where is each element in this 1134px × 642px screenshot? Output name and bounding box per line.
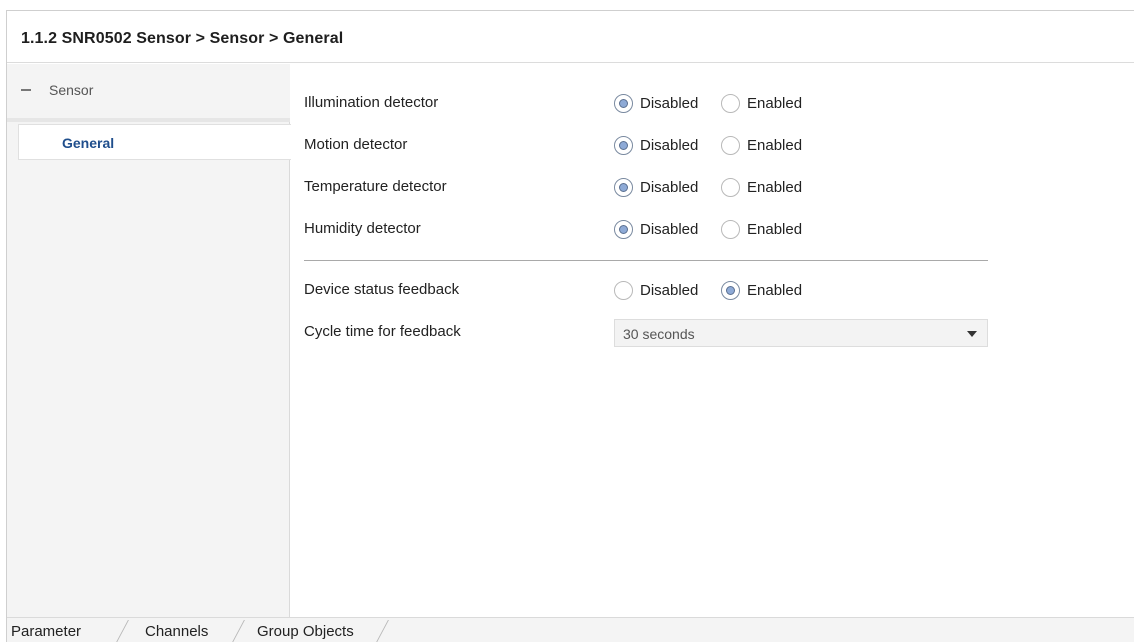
param-row-illumination: Illumination detector Disabled Enabled [291,82,1134,124]
radio-unselected-icon [721,177,740,197]
radio-label: Disabled [640,136,699,154]
radio-motion-enabled[interactable]: Enabled [721,135,802,155]
radio-feedback-disabled[interactable]: Disabled [614,280,698,300]
chevron-down-icon [967,331,977,337]
radio-temperature-enabled[interactable]: Enabled [721,177,802,197]
header-bar: 1.1.2 SNR0502 Sensor > Sensor > General [7,11,1134,63]
radio-selected-icon [614,177,633,197]
radio-label: Enabled [747,220,803,238]
tree-node-sensor[interactable]: Sensor [7,64,290,118]
tree-separator [7,118,290,122]
radio-illumination-disabled[interactable]: Disabled [614,93,698,113]
radio-label: Disabled [640,220,699,238]
radio-selected-icon [614,93,633,113]
radio-label: Disabled [640,281,699,299]
param-row-motion: Motion detector Disabled Enabled [291,124,1134,166]
bottom-tab-bar: Parameter Channels Group Objects [7,617,1134,642]
radio-unselected-icon [721,93,740,113]
radio-label: Disabled [640,94,699,112]
radio-label: Enabled [747,178,803,196]
section-divider [304,260,988,261]
tab-label: Group Objects [257,623,354,640]
radio-unselected-icon [721,135,740,155]
window: 1.1.2 SNR0502 Sensor > Sensor > General … [6,10,1134,642]
tab-parameter[interactable]: Parameter [7,618,115,642]
radio-unselected-icon [614,280,633,300]
radio-label: Disabled [640,178,699,196]
tree-item-general[interactable]: General [18,124,291,160]
param-label: Illumination detector [304,94,439,111]
param-label: Temperature detector [304,178,447,195]
radio-label: Enabled [747,281,803,299]
dropdown-value: 30 seconds [623,326,695,342]
cycle-time-dropdown[interactable]: 30 seconds [614,319,988,347]
page-title: 1.1.2 SNR0502 Sensor > Sensor > General [21,30,344,47]
radio-label: Enabled [747,136,803,154]
radio-humidity-enabled[interactable]: Enabled [721,219,802,239]
tab-label: Channels [145,623,209,640]
tab-group-objects[interactable]: Group Objects [243,618,383,642]
radio-label: Enabled [747,94,803,112]
param-label: Device status feedback [304,281,460,298]
tree-node-label: Sensor [49,82,94,98]
param-label: Humidity detector [304,220,421,237]
radio-selected-icon [614,219,633,239]
param-label: Motion detector [304,136,408,153]
tree-item-label: General [62,135,115,151]
param-row-device-status: Device status feedback Disabled Enabled [291,269,1134,311]
radio-motion-disabled[interactable]: Disabled [614,135,698,155]
radio-unselected-icon [721,219,740,239]
radio-feedback-enabled[interactable]: Enabled [721,280,802,300]
radio-humidity-disabled[interactable]: Disabled [614,219,698,239]
radio-selected-icon [614,135,633,155]
tab-channels[interactable]: Channels [127,618,235,642]
sidebar: Sensor General [7,64,291,617]
param-label: Cycle time for feedback [304,323,461,340]
minus-icon[interactable] [21,89,31,91]
parameter-panel: Illumination detector Disabled Enabled M… [291,64,1134,617]
radio-illumination-enabled[interactable]: Enabled [721,93,802,113]
tab-label: Parameter [11,623,82,640]
param-row-temperature: Temperature detector Disabled Enabled [291,166,1134,208]
param-row-humidity: Humidity detector Disabled Enabled [291,208,1134,250]
radio-selected-icon [721,280,740,300]
radio-temperature-disabled[interactable]: Disabled [614,177,698,197]
